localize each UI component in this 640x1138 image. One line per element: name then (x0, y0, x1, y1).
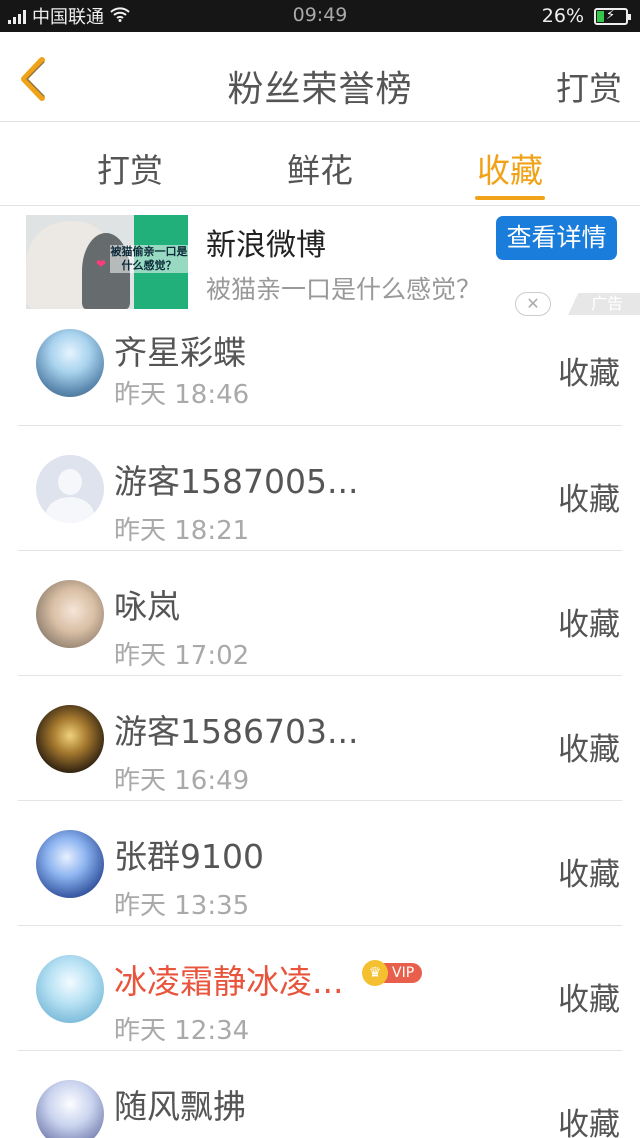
status-right: 26% ⚡ (541, 4, 631, 28)
ad-close-button[interactable]: ✕ (515, 292, 551, 316)
close-icon: ✕ (526, 294, 540, 313)
ad-image-caption: 被猫偷亲一口是什么感觉？ (110, 245, 188, 273)
user-name: 游客1587005... (114, 462, 359, 501)
heart-icon: ❤ (96, 257, 107, 271)
avatar[interactable] (36, 329, 104, 397)
list-item[interactable]: 咏岚 昨天 17:02 收藏 (18, 551, 622, 676)
action-label: 收藏 (558, 1107, 620, 1138)
action-label: 收藏 (558, 482, 620, 518)
user-name: 冰凌霜静冰凌... (114, 962, 344, 1001)
ad-description: 被猫亲一口是什么感觉？ (206, 275, 482, 304)
user-name: 游客1586703... (114, 712, 359, 751)
tab-favorites[interactable]: 收藏 (440, 144, 580, 192)
vip-badge: ♛ VIP (362, 960, 423, 986)
list-item[interactable]: 齐星彩蝶 昨天 18:46 收藏 (18, 316, 622, 426)
timestamp: 昨天 13:35 (114, 891, 250, 921)
ad-details-button[interactable]: 查看详情 (496, 216, 617, 260)
page-title: 粉丝荣誉榜 (227, 69, 413, 110)
favorites-list: 齐星彩蝶 昨天 18:46 收藏 游客1587005... 昨天 18:21 收… (0, 316, 640, 1138)
user-name: 咏岚 (114, 587, 180, 626)
user-name: 张群9100 (114, 837, 264, 876)
ad-tag-label: 广告 (591, 294, 624, 313)
reward-button[interactable]: 打赏 (556, 62, 622, 110)
user-name: 随风飘拂 (114, 1087, 246, 1126)
tab-flowers[interactable]: 鲜花 (250, 144, 390, 192)
timestamp: 昨天 17:02 (114, 641, 250, 671)
crown-icon: ♛ (362, 960, 388, 986)
user-name: 齐星彩蝶 (114, 333, 246, 372)
battery-percent: 26% (541, 5, 584, 27)
battery-charging-icon: ⚡ (594, 7, 631, 25)
avatar[interactable] (36, 1080, 104, 1138)
avatar[interactable] (36, 580, 104, 648)
tab-reward[interactable]: 打赏 (60, 144, 200, 192)
list-item[interactable]: 随风飘拂 04-22 收藏 (18, 1051, 622, 1138)
action-label: 收藏 (558, 607, 620, 643)
ad-image[interactable]: ❤ 被猫偷亲一口是什么感觉？ (26, 215, 188, 309)
avatar[interactable] (36, 830, 104, 898)
avatar[interactable] (36, 705, 104, 773)
ad-banner[interactable]: ❤ 被猫偷亲一口是什么感觉？ 新浪微博 被猫亲一口是什么感觉？ 查看详情 ✕ 广… (0, 206, 640, 316)
tab-bar: 打赏 鲜花 收藏 (0, 122, 640, 206)
list-item[interactable]: 游客1586703... 昨天 16:49 收藏 (18, 676, 622, 801)
nav-header: 粉丝荣誉榜 打赏 (0, 32, 640, 122)
vip-label: VIP (382, 963, 423, 983)
action-label: 收藏 (558, 356, 620, 392)
ad-title: 新浪微博 (206, 228, 326, 263)
action-label: 收藏 (558, 982, 620, 1018)
active-tab-indicator (475, 196, 545, 200)
list-item[interactable]: 游客1587005... 昨天 18:21 收藏 (18, 426, 622, 551)
timestamp: 昨天 12:34 (114, 1016, 250, 1046)
avatar[interactable] (36, 955, 104, 1023)
avatar[interactable] (36, 455, 104, 523)
list-item[interactable]: 张群9100 昨天 13:35 收藏 (18, 801, 622, 926)
timestamp: 昨天 18:21 (114, 516, 250, 546)
action-label: 收藏 (558, 732, 620, 768)
timestamp: 昨天 16:49 (114, 766, 250, 796)
ad-tag: 广告 (568, 293, 640, 315)
timestamp: 昨天 18:46 (114, 380, 250, 410)
list-item[interactable]: 冰凌霜静冰凌... ♛ VIP 昨天 12:34 收藏 (18, 926, 622, 1051)
action-label: 收藏 (558, 857, 620, 893)
status-bar: 中国联通 09:49 26% ⚡ (0, 0, 640, 32)
